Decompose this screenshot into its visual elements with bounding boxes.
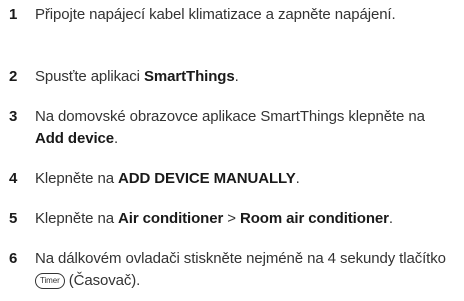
- instruction-steps: 1 Připojte napájecí kabel klimatizace a …: [0, 0, 464, 301]
- step-number: 3: [9, 108, 18, 125]
- step-3: 3 Na domovské obrazovce aplikace SmartTh…: [0, 106, 464, 150]
- step-5: 5 Klepněte na Air conditioner > Room air…: [0, 208, 464, 230]
- step-4: 4 Klepněte na ADD DEVICE MANUALLY.: [0, 168, 464, 190]
- step-number: 5: [9, 210, 18, 227]
- step-number: 1: [9, 6, 18, 23]
- step-number: 6: [9, 250, 18, 267]
- step-text: Klepněte na Air conditioner > Room air c…: [35, 210, 393, 227]
- step-6: 6 Na dálkovém ovladači stiskněte nejméně…: [0, 248, 464, 292]
- add-device-manually-label: ADD DEVICE MANUALLY: [118, 170, 296, 187]
- add-device-label: Add device: [35, 130, 115, 147]
- step-text: Klepněte na ADD DEVICE MANUALLY.: [35, 170, 300, 187]
- air-conditioner-label: Air conditioner: [118, 210, 224, 227]
- step-1: 1 Připojte napájecí kabel klimatizace a …: [0, 4, 464, 26]
- step-number: 4: [9, 170, 18, 187]
- step-number: 2: [9, 68, 18, 85]
- timer-button-icon: Timer: [35, 273, 65, 289]
- step-text: Na domovské obrazovce aplikace SmartThin…: [35, 108, 425, 147]
- step-text: Spusťte aplikaci SmartThings.: [35, 68, 239, 85]
- step-2: 2 Spusťte aplikaci SmartThings.: [0, 66, 464, 88]
- step-text: Připojte napájecí kabel klimatizace a za…: [35, 6, 396, 23]
- app-name: SmartThings: [143, 68, 235, 85]
- room-air-conditioner-label: Room air conditioner: [240, 210, 389, 227]
- step-text: Na dálkovém ovladači stiskněte nejméně n…: [35, 250, 446, 289]
